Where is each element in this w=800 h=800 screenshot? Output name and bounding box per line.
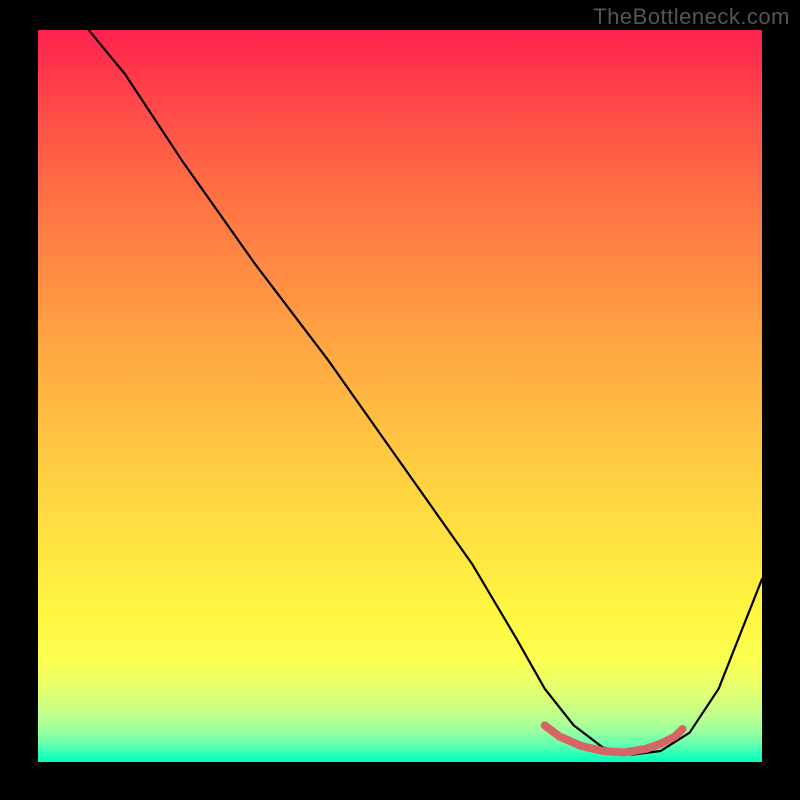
chart-frame: TheBottleneck.com — [0, 0, 800, 800]
bottleneck-curve — [89, 30, 762, 755]
plot-area — [38, 30, 762, 762]
curve-layer — [38, 30, 762, 762]
watermark-text: TheBottleneck.com — [593, 4, 790, 30]
